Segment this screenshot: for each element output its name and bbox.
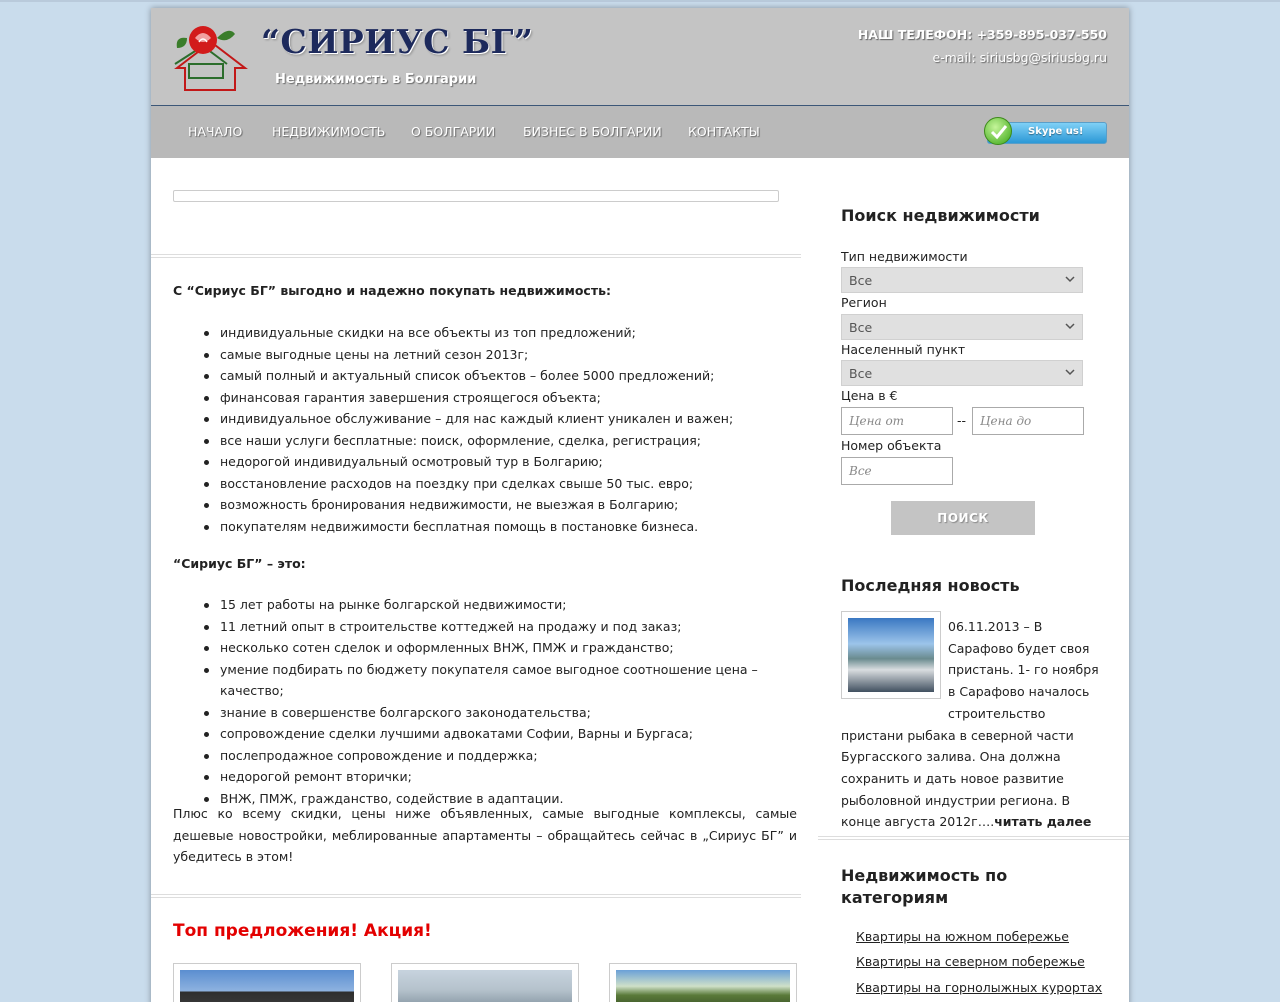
price-to-input[interactable]: Цена до xyxy=(972,407,1084,435)
nav-item-about-bulgaria[interactable]: О БОЛГАРИИ xyxy=(411,124,495,139)
header-phone: НАШ ТЕЛЕФОН: +359-895-037-550 xyxy=(857,27,1107,42)
benefit-item: все наши услуги бесплатные: поиск, оформ… xyxy=(173,430,797,452)
nav-item-home[interactable]: НАЧАЛО xyxy=(188,124,242,139)
categories-heading: Недвижимость по категориям xyxy=(841,866,1008,907)
price-from-input[interactable]: Цена от xyxy=(841,407,953,435)
advantage-item: умение подбирать по бюджету покупателя с… xyxy=(173,659,797,702)
nav-item-realty[interactable]: НЕДВИЖИМОСТЬ xyxy=(272,124,385,139)
closing-paragraph: Плюс ко всему скидки, цены ниже объявлен… xyxy=(173,806,797,864)
category-link[interactable]: Квартиры на южном побережье xyxy=(856,929,1069,944)
content-separator xyxy=(151,894,801,898)
price-label: Цена в € xyxy=(841,388,898,403)
benefit-item: индивидуальные скидки на все объекты из … xyxy=(173,322,797,344)
price-dash: -- xyxy=(957,413,967,428)
chevron-down-icon xyxy=(1065,276,1075,283)
benefit-item: самый полный и актуальный список объекто… xyxy=(173,365,797,387)
benefit-item: индивидуальное обслуживание – для нас ка… xyxy=(173,408,797,430)
skype-label: Skype us! xyxy=(1028,126,1084,137)
chevron-down-icon xyxy=(1065,369,1075,376)
region-label: Регион xyxy=(841,295,887,310)
advantage-item: недорогой ремонт вторички; xyxy=(173,766,797,788)
category-link[interactable]: Квартиры на северном побережье xyxy=(856,954,1085,969)
benefit-item: покупателям недвижимости бесплатная помо… xyxy=(173,516,797,538)
type-select-value: Все xyxy=(849,273,873,288)
offer-thumbnail[interactable] xyxy=(391,963,579,1002)
site-subtitle: Недвижимость в Болгарии xyxy=(275,72,477,87)
advantages-list: 15 лет работы на рынке болгарской недвиж… xyxy=(173,594,797,809)
advantage-item: 15 лет работы на рынке болгарской недвиж… xyxy=(173,594,797,616)
nav-item-contacts[interactable]: КОНТАКТЫ xyxy=(688,124,760,139)
place-label: Населенный пункт xyxy=(841,342,966,357)
type-label: Тип недвижимости xyxy=(841,249,968,264)
object-number-input[interactable]: Все xyxy=(841,457,953,485)
advantage-item: послепродажное сопровождение и поддержка… xyxy=(173,745,797,767)
intro2-heading: “Сириус БГ” – это: xyxy=(173,556,306,571)
top-offers-title: Топ предложения! Акция! xyxy=(173,921,432,941)
news-text: 06.11.2013 – В Сарафово будет своя прист… xyxy=(841,616,1105,833)
benefit-item: самые выгодные цены на летний сезон 2013… xyxy=(173,344,797,366)
region-select-value: Все xyxy=(849,320,873,335)
benefit-item: недорогой индивидуальный осмотровый тур … xyxy=(173,451,797,473)
advantage-item: сопровождение сделки лучшими адвокатами … xyxy=(173,723,797,745)
header-email[interactable]: e-mail: siriusbg@siriusbg.ru xyxy=(932,50,1107,65)
chevron-down-icon xyxy=(1065,323,1075,330)
category-link[interactable]: Квартиры на горнолыжных курортах xyxy=(856,980,1102,995)
rose-house-logo-icon[interactable] xyxy=(173,24,249,92)
intro-heading: С “Сириус БГ” выгодно и надежно покупать… xyxy=(173,283,611,298)
read-more-link[interactable]: читать далее xyxy=(994,814,1091,829)
checkmark-icon xyxy=(984,117,1012,145)
region-select[interactable]: Все xyxy=(841,314,1083,340)
search-button[interactable]: ПОИСК xyxy=(891,501,1035,535)
site-title[interactable]: “СИРИУС БГ” xyxy=(261,22,533,61)
type-select[interactable]: Все xyxy=(841,267,1083,293)
page-top-line xyxy=(0,0,1280,2)
page-wrapper: “СИРИУС БГ” Недвижимость в Болгарии НАШ … xyxy=(151,8,1129,1002)
slider-placeholder xyxy=(173,190,779,202)
skype-button[interactable]: Skype us! xyxy=(984,117,1107,145)
news-heading: Последняя новость xyxy=(841,576,1020,595)
sidebar-separator xyxy=(818,836,1129,840)
offer-thumbnail[interactable] xyxy=(609,963,797,1002)
benefit-item: финансовая гарантия завершения строящего… xyxy=(173,387,797,409)
offer-thumbnail[interactable] xyxy=(173,963,361,1002)
place-select-value: Все xyxy=(849,366,873,381)
advantage-item: несколько сотен сделок и оформленных ВНЖ… xyxy=(173,637,797,659)
advantage-item: 11 летний опыт в строительстве коттеджей… xyxy=(173,616,797,638)
nav-item-business[interactable]: БИЗНЕС В БОЛГАРИИ xyxy=(523,124,662,139)
benefit-item: восстановление расходов на поездку при с… xyxy=(173,473,797,495)
benefit-item: возможность бронирования недвижимости, н… xyxy=(173,494,797,516)
content-separator xyxy=(151,254,801,258)
search-heading: Поиск недвижимости xyxy=(841,206,1040,225)
advantage-item: знание в совершенстве болгарского законо… xyxy=(173,702,797,724)
place-select[interactable]: Все xyxy=(841,360,1083,386)
site-header: “СИРИУС БГ” Недвижимость в Болгарии НАШ … xyxy=(151,8,1129,105)
benefits-list: индивидуальные скидки на все объекты из … xyxy=(173,322,797,537)
number-label: Номер объекта xyxy=(841,438,942,453)
main-nav: НАЧАЛО НЕДВИЖИМОСТЬ О БОЛГАРИИ БИЗНЕС В … xyxy=(151,106,1129,158)
